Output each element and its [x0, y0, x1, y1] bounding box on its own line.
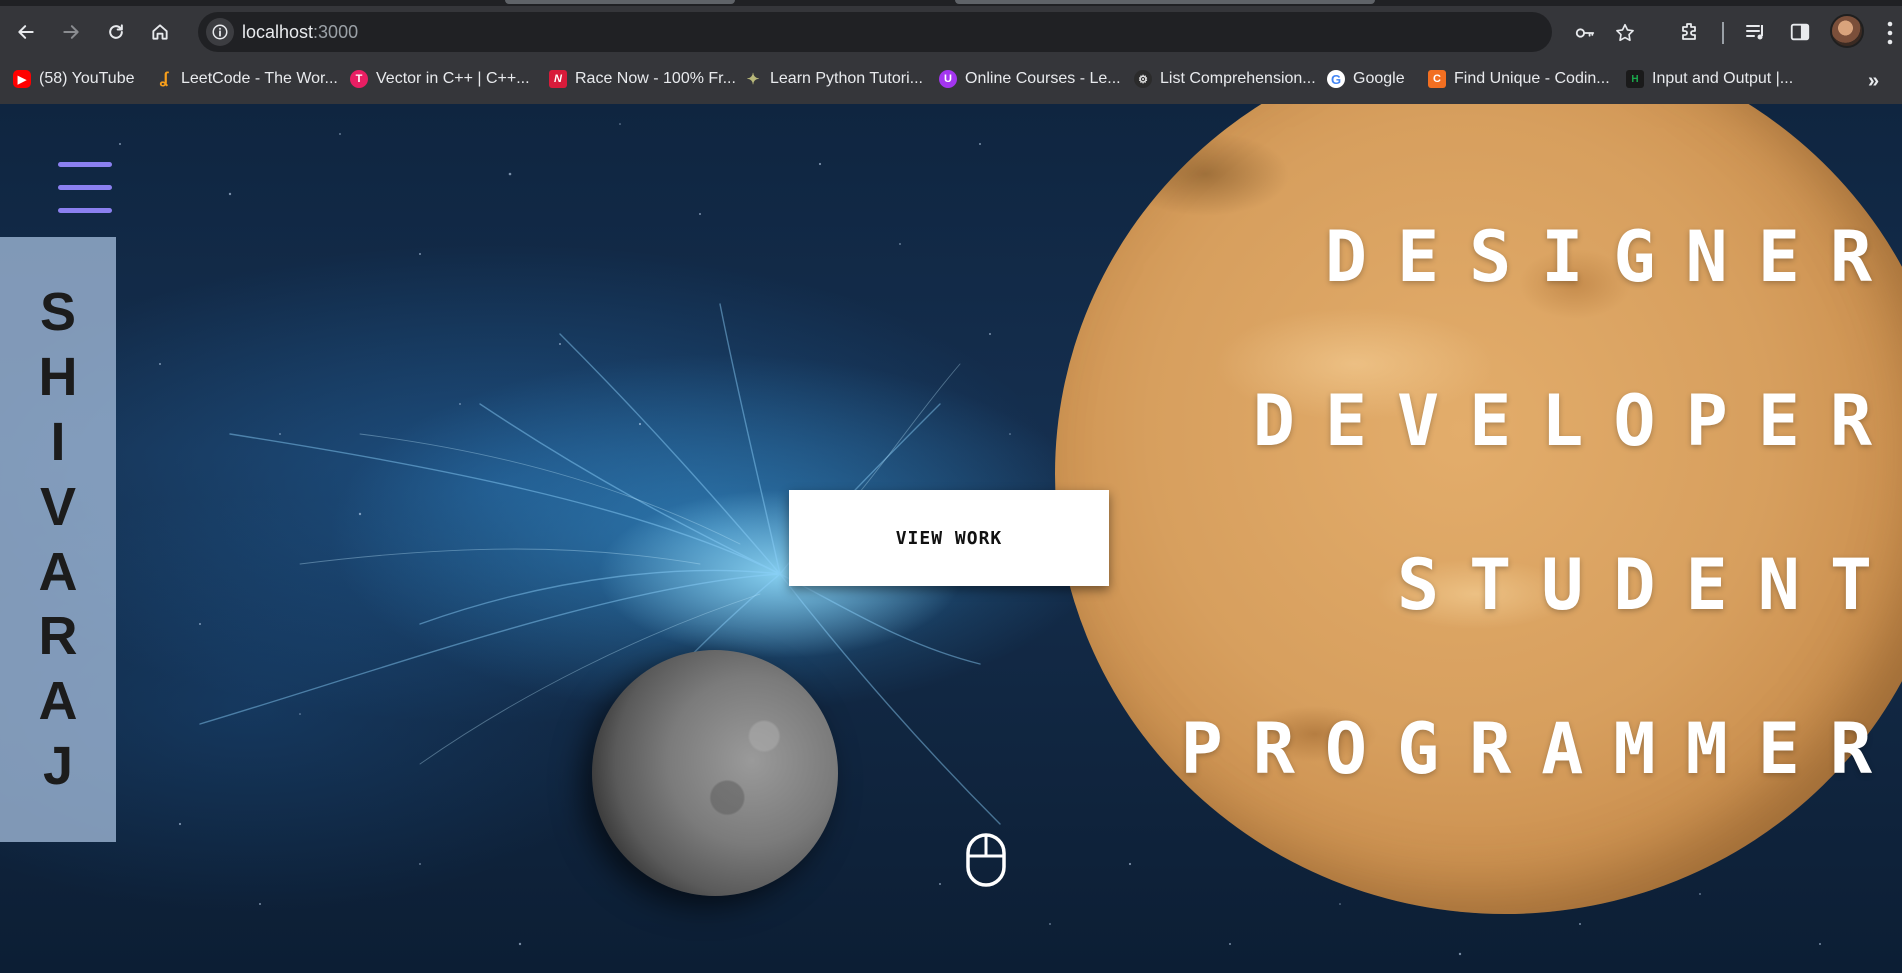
python-tutorial-icon: ✦ [746, 71, 760, 88]
role-programmer: PROGRAMMER [1180, 708, 1902, 790]
tab[interactable] [955, 0, 1375, 4]
bookmark-learn-python[interactable]: ✦ Learn Python Tutori... [744, 67, 923, 91]
more-menu-icon[interactable] [1885, 20, 1895, 46]
bookmark-label: Find Unique - Codin... [1454, 70, 1610, 87]
tab[interactable] [505, 0, 735, 4]
bookmark-label: Race Now - 100% Fr... [575, 70, 736, 87]
bookmark-input-output[interactable]: H Input and Output |... [1626, 67, 1793, 91]
bookmark-star-icon[interactable] [1612, 20, 1638, 46]
toolbar: localhost:3000 [0, 8, 1902, 56]
url-port: :3000 [313, 22, 359, 42]
view-work-button[interactable]: VIEW WORK [789, 490, 1109, 586]
bookmark-label: Learn Python Tutori... [770, 70, 923, 87]
extensions-icon[interactable] [1676, 18, 1704, 46]
gfg-gear-icon: ⚙ [1134, 70, 1152, 88]
bookmark-label: Input and Output |... [1652, 70, 1794, 87]
name-letter: H [38, 347, 78, 408]
name-letter: A [38, 541, 78, 602]
bookmark-label: Vector in C++ | C++... [376, 70, 530, 87]
bookmark-label: Online Courses - Le... [965, 70, 1121, 87]
youtube-icon: ▶ [13, 70, 31, 88]
arrow-right-icon [63, 25, 79, 39]
role-designer: DESIGNER [1324, 216, 1902, 298]
password-key-icon[interactable] [1572, 20, 1598, 46]
bookmarks-overflow-icon[interactable]: » [1868, 70, 1879, 93]
hamburger-line [58, 208, 112, 213]
hamburger-line [58, 162, 112, 167]
coding-ninjas-icon: C [1428, 70, 1446, 88]
hamburger-menu-button[interactable] [58, 162, 112, 214]
name-letter: V [39, 476, 77, 537]
role-developer: DEVELOPER [1252, 380, 1902, 462]
bookmark-label: List Comprehension... [1160, 70, 1316, 87]
address-bar[interactable]: localhost:3000 [198, 12, 1634, 52]
name-letter: I [50, 411, 66, 472]
name-letter: S [39, 282, 77, 343]
bookmark-list-comprehension[interactable]: ⚙ List Comprehension... [1134, 67, 1316, 91]
name-letter: A [38, 671, 78, 732]
bookmarks-bar: ▶ (58) YouTube ʆ LeetCode - The Wor... T Ve… [0, 62, 1902, 96]
bookmark-vector-cpp[interactable]: T Vector in C++ | C++... [350, 67, 530, 91]
url-host: localhost [242, 22, 314, 42]
role-student: STUDENT [1396, 544, 1902, 626]
bookmark-race-now[interactable]: N Race Now - 100% Fr... [549, 67, 736, 91]
reload-button[interactable] [100, 16, 132, 48]
bookmark-youtube[interactable]: ▶ (58) YouTube [13, 67, 134, 91]
name-panel: S H I V A R A J [0, 237, 116, 842]
leetcode-icon: ʆ [159, 70, 169, 87]
bookmark-label: (58) YouTube [39, 70, 135, 87]
bookmark-leetcode[interactable]: ʆ LeetCode - The Wor... [155, 67, 338, 91]
browser-chrome: localhost:3000 ▶ (58) YouTube ʆ LeetCode -… [0, 0, 1902, 104]
bookmark-online-courses[interactable]: U Online Courses - Le... [939, 67, 1121, 91]
back-button[interactable] [10, 16, 42, 48]
page-viewport: S H I V A R A J DESIGNER DEVELOPER STUDE… [0, 104, 1902, 973]
site-info-icon[interactable] [206, 18, 234, 46]
nitro-type-icon: N [549, 70, 567, 88]
home-icon [152, 24, 168, 40]
profile-avatar[interactable] [1830, 14, 1864, 48]
name-letter: R [38, 606, 78, 667]
scroll-mouse-icon[interactable] [965, 832, 1007, 888]
side-panel-icon[interactable] [1786, 18, 1814, 46]
hackerrank-icon: H [1626, 70, 1644, 88]
name-letter: J [42, 735, 74, 796]
reload-icon [109, 24, 123, 39]
media-controls-icon[interactable] [1742, 18, 1770, 46]
bookmark-label: LeetCode - The Wor... [181, 70, 338, 87]
forward-button[interactable] [55, 16, 87, 48]
moon-planet-image [592, 650, 838, 896]
bookmark-google[interactable]: G Google [1327, 67, 1405, 91]
google-icon: G [1327, 70, 1345, 88]
toolbar-divider [1722, 22, 1724, 44]
bookmark-label: Google [1353, 70, 1405, 87]
tutorial-site-icon: T [350, 70, 368, 88]
tab-strip [0, 0, 1902, 6]
url-text: localhost:3000 [242, 22, 358, 43]
bookmark-find-unique[interactable]: C Find Unique - Codin... [1428, 67, 1610, 91]
roles-list: DESIGNER DEVELOPER STUDENT PROGRAMMER [1181, 222, 1872, 784]
arrow-left-icon [18, 25, 34, 39]
home-button[interactable] [144, 16, 176, 48]
udemy-icon: U [939, 70, 957, 88]
hamburger-line [58, 185, 112, 190]
